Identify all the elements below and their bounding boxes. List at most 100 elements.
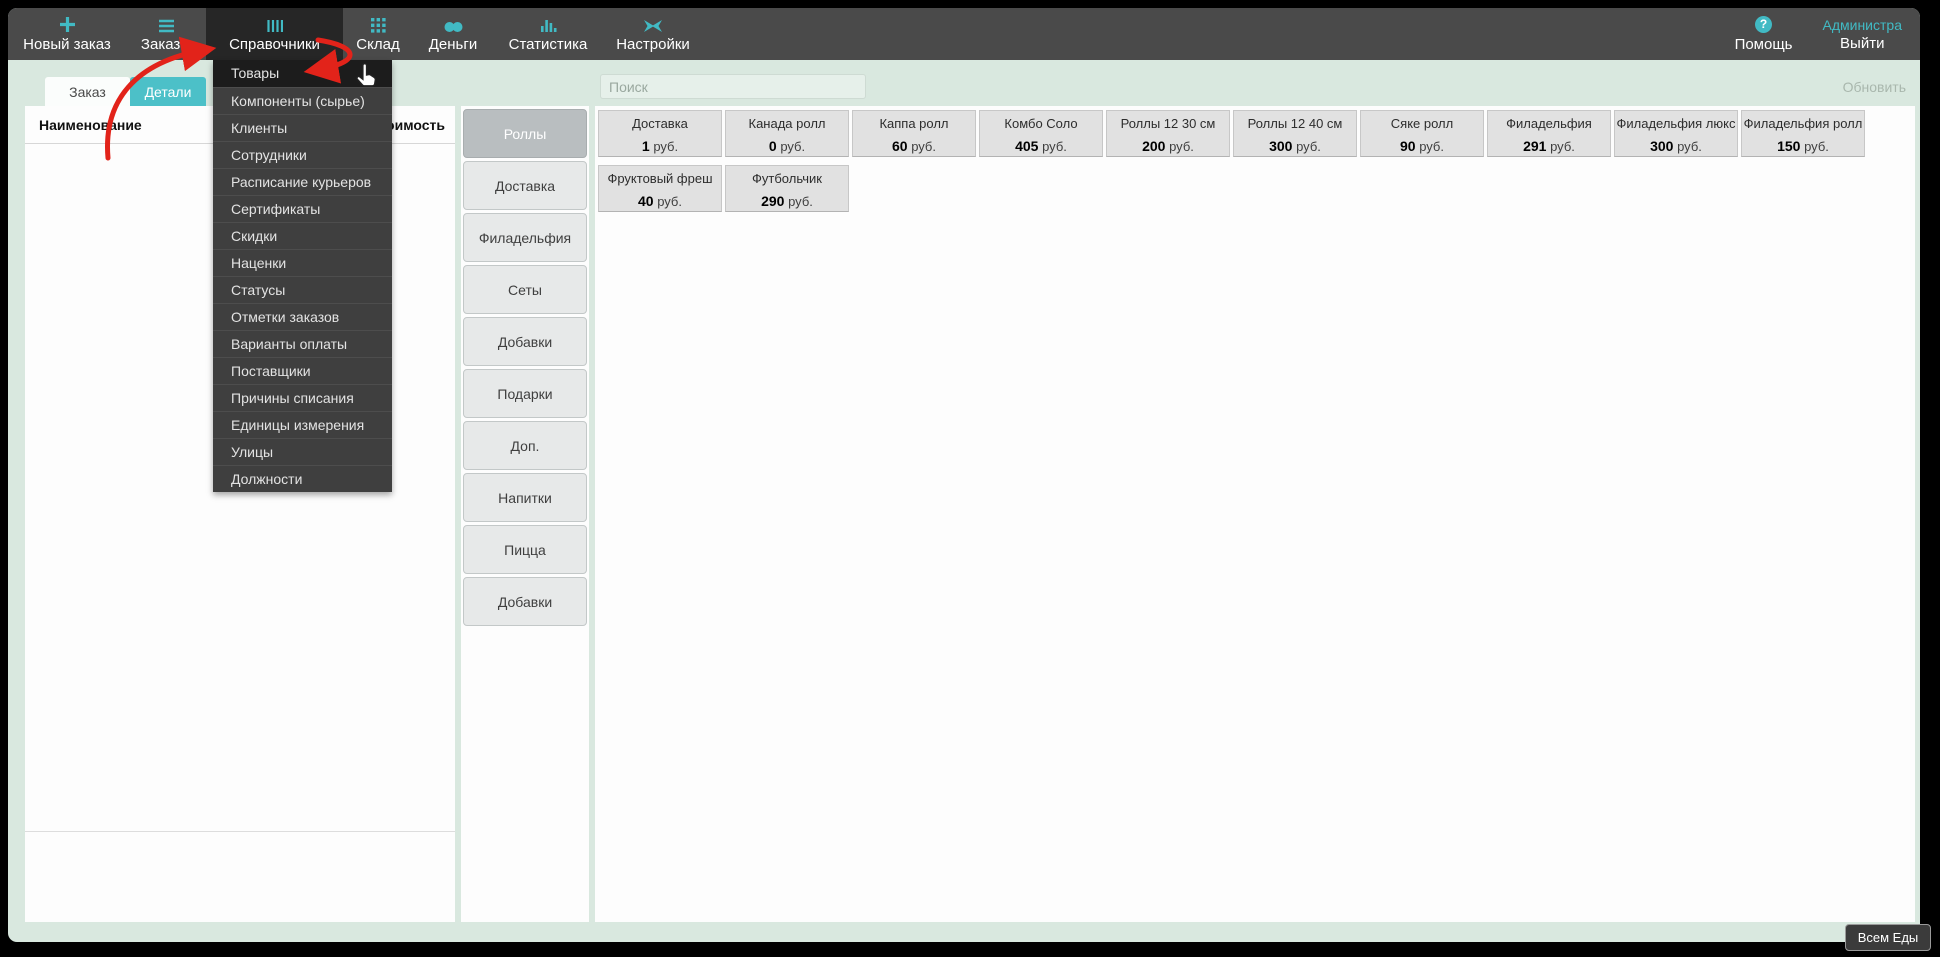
nav-item-new-order[interactable]: Новый заказ (8, 8, 126, 60)
dropdown-item[interactable]: Отметки заказов (213, 303, 392, 330)
product-name: Роллы 12 30 см (1120, 116, 1216, 131)
dropdown-item[interactable]: Должности (213, 465, 392, 492)
product-price-unit: руб. (1169, 139, 1194, 154)
nav-label: Статистика (508, 35, 588, 53)
wrench-icon (643, 16, 663, 33)
category-button[interactable]: Добавки (463, 317, 587, 366)
plus-icon (59, 16, 76, 33)
dropdown-item[interactable]: Поставщики (213, 357, 392, 384)
product-tile[interactable]: Футбольчик 290 руб. (725, 165, 849, 212)
dropdown-item[interactable]: Скидки (213, 222, 392, 249)
category-button[interactable]: Филадельфия (463, 213, 587, 262)
dropdown-item[interactable]: Улицы (213, 438, 392, 465)
order-total-divider (25, 831, 455, 832)
logout-button[interactable]: Выйти (1840, 35, 1884, 52)
product-tiles: Доставка 1 руб. Канада ролл 0 руб. Каппа… (598, 110, 1912, 212)
product-price-value: 90 (1400, 138, 1416, 154)
category-panel: Роллы Доставка Филадельфия Сеты Добавки Подар… (461, 106, 589, 922)
nav-label: Заказы (140, 35, 192, 53)
nav-label: Настройки (616, 35, 690, 53)
question-icon: ? (1755, 15, 1773, 33)
product-price: 300 руб. (1234, 138, 1356, 154)
tab-label: Детали (144, 83, 192, 100)
product-tile[interactable]: Каппа ролл 60 руб. (852, 110, 976, 157)
category-button[interactable]: Доп. (463, 421, 587, 470)
dropdown-item[interactable]: Компоненты (сырье) (213, 87, 392, 114)
dropdown-item[interactable]: Варианты оплаты (213, 330, 392, 357)
product-tile[interactable]: Филадельфия ролл 150 руб. (1741, 110, 1865, 157)
dropdown-item[interactable]: Наценки (213, 249, 392, 276)
nav-label: Новый заказ (23, 35, 111, 53)
tab-details[interactable]: Детали (130, 77, 206, 106)
product-price: 90 руб. (1361, 138, 1483, 154)
nav-item-help[interactable]: ? Помощь (1735, 15, 1793, 53)
columns-icon (266, 16, 283, 33)
product-tile[interactable]: Доставка 1 руб. (598, 110, 722, 157)
category-button[interactable]: Пицца (463, 525, 587, 574)
product-price: 40 руб. (599, 193, 721, 209)
category-button[interactable]: Добавки (463, 577, 587, 626)
dropdown-item[interactable]: Сертификаты (213, 195, 392, 222)
product-price-unit: руб. (1296, 139, 1321, 154)
product-price: 150 руб. (1742, 138, 1864, 154)
product-name: Фруктовый фреш (607, 171, 713, 186)
bar-chart-icon (540, 16, 557, 33)
nav-item-statistics[interactable]: Статистика (493, 8, 603, 60)
product-name: Футбольчик (752, 171, 822, 186)
tab-order[interactable]: Заказ (45, 77, 130, 106)
dropdown-item[interactable]: Статусы (213, 276, 392, 303)
product-price: 60 руб. (853, 138, 975, 154)
product-price-unit: руб. (1042, 139, 1067, 154)
nav-label: Справочники (229, 35, 320, 53)
search-input[interactable] (600, 74, 866, 99)
product-price: 405 руб. (980, 138, 1102, 154)
nav-item-warehouse[interactable]: Склад (343, 8, 413, 60)
product-price-unit: руб. (1419, 139, 1444, 154)
app-window: Новый заказ Заказы Справочники Товары Ком… (8, 8, 1920, 942)
dropdown-item[interactable]: Причины списания (213, 384, 392, 411)
dropdown-item[interactable]: Клиенты (213, 114, 392, 141)
category-button[interactable]: Сеты (463, 265, 587, 314)
product-tile[interactable]: Филадельфия 291 руб. (1487, 110, 1611, 157)
product-price-unit: руб. (911, 139, 936, 154)
product-price-value: 300 (1269, 138, 1293, 154)
product-price-value: 291 (1523, 138, 1547, 154)
nav-item-orders[interactable]: Заказы (126, 8, 206, 60)
dropdown-item[interactable]: Единицы измерения (213, 411, 392, 438)
product-tile[interactable]: Роллы 12 40 см 300 руб. (1233, 110, 1357, 157)
product-tile[interactable]: Филадельфия люкс 300 руб. (1614, 110, 1738, 157)
product-name: Комбо Соло (1004, 116, 1078, 131)
dropdown-item[interactable]: Товары (213, 60, 392, 87)
product-name: Доставка (632, 116, 688, 131)
product-tile[interactable]: Сяке ролл 90 руб. (1360, 110, 1484, 157)
product-price-value: 405 (1015, 138, 1039, 154)
product-name: Филадельфия люкс (1616, 116, 1736, 131)
products-panel: Доставка 1 руб. Канада ролл 0 руб. Каппа… (595, 106, 1915, 922)
product-tile[interactable]: Канада ролл 0 руб. (725, 110, 849, 157)
product-price-value: 60 (892, 138, 908, 154)
product-tile[interactable]: Комбо Соло 405 руб. (979, 110, 1103, 157)
nav-item-settings[interactable]: Настройки (603, 8, 703, 60)
product-price-unit: руб. (1677, 139, 1702, 154)
category-button[interactable]: Доставка (463, 161, 587, 210)
category-button[interactable]: Напитки (463, 473, 587, 522)
product-price-value: 290 (761, 193, 785, 209)
product-price-unit: руб. (657, 194, 682, 209)
product-tile[interactable]: Фруктовый фреш 40 руб. (598, 165, 722, 212)
category-button[interactable]: Подарки (463, 369, 587, 418)
category-button[interactable]: Роллы (463, 109, 587, 158)
dropdown-item[interactable]: Расписание курьеров (213, 168, 392, 195)
product-tile[interactable]: Роллы 12 30 см 200 руб. (1106, 110, 1230, 157)
list-icon (158, 16, 175, 33)
product-price-unit: руб. (1804, 139, 1829, 154)
dropdown-item[interactable]: Сотрудники (213, 141, 392, 168)
product-price: 1 руб. (599, 138, 721, 154)
nav-label: Склад (356, 35, 400, 53)
user-block: Администра Выйти (1823, 17, 1903, 52)
product-price-unit: руб. (780, 139, 806, 154)
nav-item-directories[interactable]: Справочники Товары Компоненты (сырье) Клие… (206, 8, 392, 492)
product-name: Каппа ролл (879, 116, 949, 131)
nav-item-money[interactable]: Деньги (413, 8, 493, 60)
refresh-button[interactable]: Обновить (1843, 74, 1906, 99)
nav-label: Деньги (428, 35, 478, 53)
